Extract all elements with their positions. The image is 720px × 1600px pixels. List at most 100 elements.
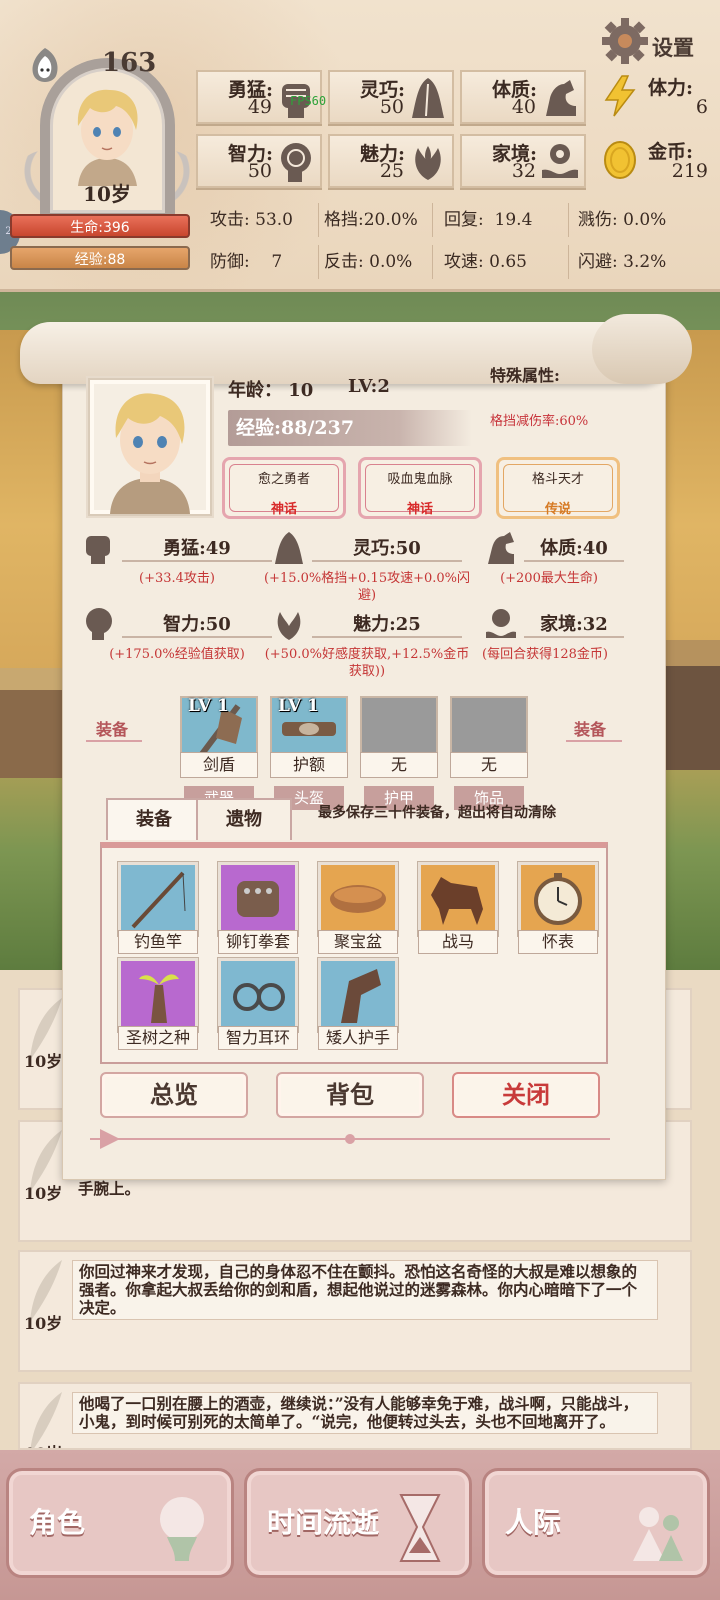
trait-rarity: 神话 bbox=[270, 502, 297, 517]
gear-icon bbox=[602, 18, 648, 64]
character-status-bar: 163 10岁 22 生命:396 经验:88 勇猛: 49 灵巧: 50 体质… bbox=[0, 0, 720, 292]
fishing-rod-icon bbox=[118, 862, 198, 936]
trait-card[interactable]: 愈之勇者 神话 bbox=[222, 457, 346, 519]
muscle-arm-icon bbox=[546, 80, 576, 116]
flower-bud-icon bbox=[415, 146, 441, 180]
stamina-value: 6 bbox=[695, 96, 708, 118]
trait-name: 愈之勇者 bbox=[257, 472, 310, 487]
item-name: 钓鱼竿 bbox=[118, 930, 198, 954]
attr-agility: 灵巧:50 (+15.0%格挡+0.15攻速+0.0%闪避) bbox=[264, 530, 470, 603]
special-attr-title: 特殊属性: bbox=[490, 366, 560, 385]
combat-counter: 反击: 0.0% bbox=[324, 252, 413, 272]
equip-label-left: 装备 bbox=[96, 720, 129, 739]
item-name: 圣树之种 bbox=[118, 1026, 198, 1050]
nav-relationships[interactable]: 人际 bbox=[482, 1468, 710, 1578]
trait-name: 格斗天才 bbox=[531, 472, 584, 487]
inventory-item[interactable]: 铆钉拳套 bbox=[218, 862, 298, 954]
people-icon bbox=[633, 1507, 683, 1561]
item-name: 怀表 bbox=[518, 930, 598, 954]
combat-dodge: 闪避: 3.2% bbox=[578, 252, 667, 272]
trait-rarity: 神话 bbox=[406, 502, 433, 517]
combat-stats: 攻击: 53.0 格挡:20.0% 回复: 19.4 溅伤: 0.0% 防御: … bbox=[198, 200, 718, 284]
trait-card[interactable]: 格斗天才 传说 bbox=[496, 457, 620, 519]
avatar-frame[interactable]: 163 10岁 bbox=[12, 40, 202, 223]
nav-label: 角色 bbox=[29, 1506, 86, 1539]
stat-value: 50 bbox=[379, 96, 404, 118]
equip-label-right: 装备 bbox=[574, 720, 607, 739]
log-age: 10岁 bbox=[24, 1440, 62, 1448]
stat-value: 50 bbox=[247, 160, 272, 182]
nav-character[interactable]: 角色 bbox=[6, 1468, 234, 1578]
combat-splash: 溅伤: 0.0% bbox=[578, 210, 667, 230]
trait-card[interactable]: 吸血鬼血脉 神话 bbox=[358, 457, 482, 519]
gold-value: 219 bbox=[671, 160, 708, 182]
stat-value: 32 bbox=[511, 160, 536, 182]
treasure-bowl-icon bbox=[318, 862, 398, 936]
dwarf-gauntlet-icon bbox=[318, 958, 398, 1032]
sacred-seed-icon bbox=[118, 958, 198, 1032]
equip-slot-armor[interactable]: 无 bbox=[360, 696, 438, 780]
trait-rarity: 传说 bbox=[544, 502, 571, 517]
inventory-item[interactable]: 智力耳环 bbox=[218, 958, 298, 1050]
nav-time-passage[interactable]: 时间流逝 bbox=[244, 1468, 472, 1578]
gold-display: 金币: 219 bbox=[600, 134, 710, 188]
stat-agility[interactable]: 灵巧: 50 bbox=[328, 70, 454, 124]
inventory-limit-note: 最多保存三十件装备，超出将自动清除 bbox=[318, 805, 556, 821]
stat-value: 40 bbox=[511, 96, 536, 118]
combat-attack: 攻击: 53.0 bbox=[210, 210, 293, 230]
spiked-gauntlet-icon bbox=[218, 862, 298, 936]
item-name: 铆钉拳套 bbox=[218, 930, 298, 954]
slot-name: 无 bbox=[450, 752, 528, 778]
item-name: 聚宝盆 bbox=[318, 930, 398, 954]
attr-bravery: 勇猛:49 (+33.4攻击) bbox=[82, 530, 272, 600]
inventory-item[interactable]: 战马 bbox=[418, 862, 498, 954]
divider bbox=[86, 740, 142, 742]
slot-level: LV 1 bbox=[278, 696, 319, 716]
inventory-item[interactable]: 聚宝盆 bbox=[318, 862, 398, 954]
brain-icon bbox=[281, 143, 311, 182]
attr-family: 家境:32 (每回合获得128金币) bbox=[482, 606, 624, 676]
earring-icon bbox=[218, 958, 298, 1032]
inventory-item[interactable]: 怀表 bbox=[518, 862, 598, 954]
character-age: 10岁 bbox=[83, 182, 131, 206]
flower-bud-icon bbox=[277, 612, 301, 640]
scroll-roll bbox=[20, 322, 680, 384]
xp-bar: 经验:88 bbox=[10, 246, 190, 270]
item-name: 战马 bbox=[418, 930, 498, 954]
house-hand-icon bbox=[542, 144, 578, 178]
slot-name: 无 bbox=[360, 752, 438, 778]
stamina-display: 体力: 6 bbox=[600, 70, 710, 124]
settings-button[interactable]: 设置 bbox=[600, 14, 710, 70]
divider bbox=[566, 740, 622, 742]
stat-intelligence[interactable]: 智力: 50 bbox=[196, 134, 322, 188]
equip-slot-weapon[interactable]: LV 1 剑盾 bbox=[180, 696, 258, 780]
gold-coin-icon bbox=[604, 141, 636, 179]
stat-family[interactable]: 家境: 32 bbox=[460, 134, 586, 188]
tab-relics[interactable]: 遗物 bbox=[196, 798, 292, 840]
equip-slot-helmet[interactable]: LV 1 护额 bbox=[270, 696, 348, 780]
log-text: 你回过神来才发现，自己的身体忍不住在颤抖。恐怕这名奇怪的大叔是难以想象的强者。你… bbox=[72, 1260, 658, 1320]
log-text: 手腕上。 bbox=[78, 1179, 141, 1198]
bag-button[interactable]: 背包 bbox=[276, 1072, 424, 1118]
house-hand-icon bbox=[486, 609, 516, 638]
inventory-item[interactable]: 钓鱼竿 bbox=[118, 862, 198, 954]
overview-button[interactable]: 总览 bbox=[100, 1072, 248, 1118]
tab-equipment[interactable]: 装备 bbox=[106, 798, 202, 840]
pocket-watch-icon bbox=[518, 862, 598, 936]
combat-defense: 防御: 7 bbox=[210, 252, 283, 272]
slot-name: 剑盾 bbox=[180, 752, 258, 778]
brain-icon bbox=[86, 608, 112, 640]
stat-constitution[interactable]: 体质: 40 bbox=[460, 70, 586, 124]
attr-constitution: 体质:40 (+200最大生命) bbox=[484, 530, 624, 600]
spirit-icon bbox=[32, 48, 58, 82]
stat-charm[interactable]: 魅力: 25 bbox=[328, 134, 454, 188]
inventory-item[interactable]: 圣树之种 bbox=[118, 958, 198, 1050]
hero-portrait-large bbox=[88, 378, 212, 516]
close-button[interactable]: 关闭 bbox=[452, 1072, 600, 1118]
muscle-arm-icon bbox=[488, 532, 514, 564]
equip-slot-accessory[interactable]: 无 bbox=[450, 696, 528, 780]
attr-charm: 魅力:25 (+50.0%好感度获取,+12.5%金币获取)) bbox=[265, 606, 469, 679]
attr-intelligence: 智力:50 (+175.0%经验值获取) bbox=[82, 606, 272, 676]
nav-label: 人际 bbox=[505, 1506, 562, 1539]
inventory-item[interactable]: 矮人护手 bbox=[318, 958, 398, 1050]
